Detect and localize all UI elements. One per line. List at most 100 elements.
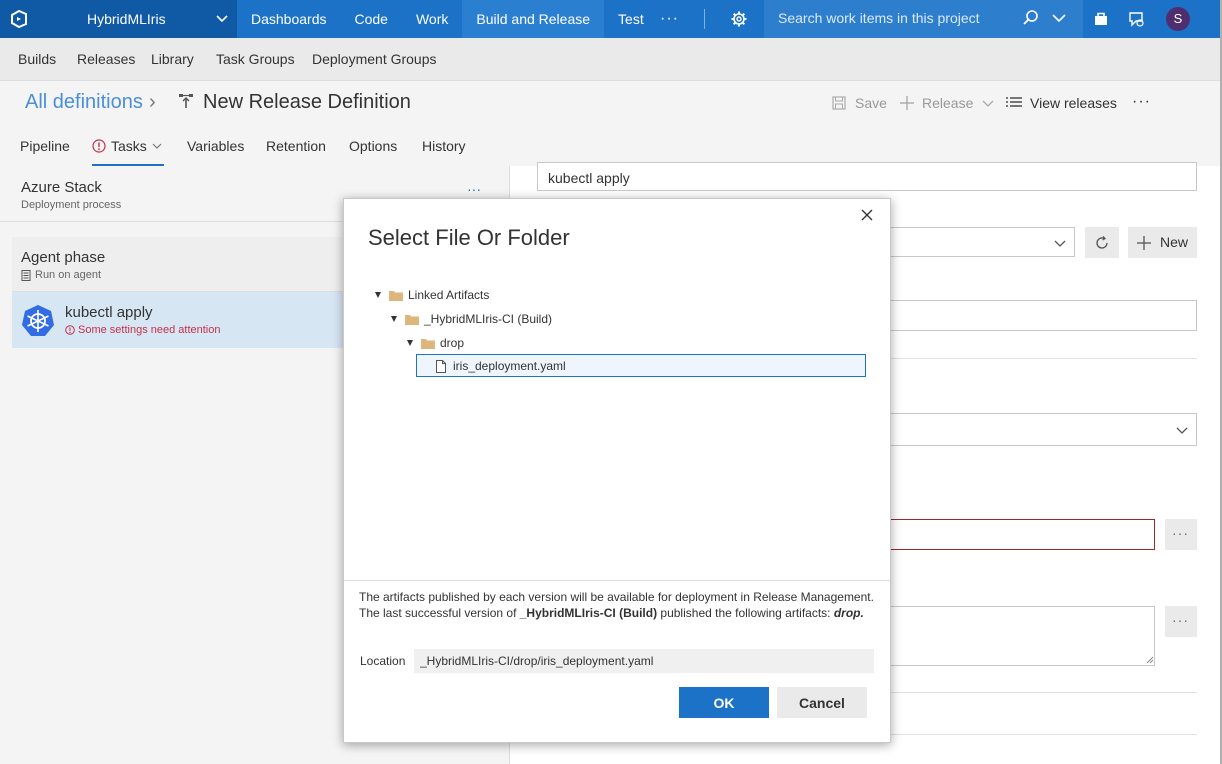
chevron-down-icon: [152, 143, 162, 149]
nav-build-and-release[interactable]: Build and Release: [462, 0, 605, 38]
hub-library[interactable]: Library: [151, 51, 194, 67]
resize-grip-icon[interactable]: [1146, 656, 1154, 664]
dialog-info-line-1: The artifacts published by each version …: [359, 590, 874, 604]
warning-circle-icon: [92, 139, 106, 153]
section-divider: [880, 358, 1197, 359]
connection-select[interactable]: [880, 227, 1075, 257]
search-input[interactable]: [778, 10, 1018, 26]
agent-phase-subtitle-text: Run on agent: [35, 269, 102, 281]
nav-test[interactable]: Test: [604, 0, 658, 38]
tree-node-file: iris_deployment.yaml: [436, 359, 566, 373]
hub-releases[interactable]: Releases: [77, 51, 135, 67]
kubernetes-icon: [22, 305, 54, 336]
tab-tasks[interactable]: Tasks: [92, 138, 163, 154]
hub-deployment-groups[interactable]: Deployment Groups: [312, 51, 437, 67]
tree-node-linked-artifacts[interactable]: Linked Artifacts: [375, 288, 489, 302]
chevron-down-icon: [216, 15, 228, 23]
environment-more-icon[interactable]: ···: [467, 181, 481, 197]
chevron-down-icon: [982, 100, 994, 107]
page-title: New Release Definition: [203, 91, 411, 113]
task-warning: Some settings need attention: [65, 324, 220, 336]
refresh-icon: [1096, 236, 1108, 249]
plus-icon: [1137, 236, 1151, 250]
hub-builds[interactable]: Builds: [18, 51, 56, 67]
location-input[interactable]: [414, 649, 874, 673]
section-divider: [880, 734, 1197, 735]
top-navigation-bar: HybridMLIris Dashboards Code Work Build …: [0, 0, 1222, 38]
tree-node-label: Linked Artifacts: [408, 288, 490, 302]
expand-triangle-icon[interactable]: [407, 340, 413, 346]
agent-phase-subtitle: Run on agent: [21, 269, 101, 281]
display-name-value: kubectl apply: [548, 170, 630, 186]
close-icon[interactable]: [860, 208, 874, 222]
arguments-more-button[interactable]: ···: [1165, 606, 1197, 637]
vsts-logo-icon: [11, 9, 27, 29]
task-title: kubectl apply: [65, 304, 153, 321]
hub-task-groups[interactable]: Task Groups: [216, 51, 295, 67]
configuration-file-input[interactable]: [880, 519, 1155, 550]
info-prefix: The last successful version of: [359, 606, 520, 620]
main-nav: Dashboards Code Work Build and Release T…: [237, 0, 658, 38]
tab-history[interactable]: History: [422, 138, 466, 154]
select-file-dialog: Select File Or Folder Linked Artifacts _…: [343, 198, 891, 743]
agent-phase-title: Agent phase: [21, 249, 106, 266]
namespace-input[interactable]: [880, 300, 1197, 331]
view-releases-button[interactable]: View releases: [1006, 95, 1117, 111]
search-icon[interactable]: [1022, 9, 1040, 27]
folder-icon: [405, 314, 419, 325]
new-connection-button[interactable]: New: [1128, 227, 1197, 258]
search-options-chevron-icon[interactable]: [1052, 11, 1066, 25]
info-artifact-name: drop.: [833, 606, 864, 620]
environment-name[interactable]: Azure Stack: [21, 179, 102, 196]
breadcrumb-separator: ›: [149, 91, 156, 113]
ok-button[interactable]: OK: [679, 687, 769, 718]
dialog-divider: [344, 580, 890, 581]
nav-code[interactable]: Code: [341, 0, 402, 38]
browse-file-more-icon: ···: [1172, 525, 1189, 541]
project-selector[interactable]: HybridMLIris: [38, 0, 237, 38]
dialog-info-line-2: The last successful version of _HybridML…: [359, 606, 864, 620]
project-name: HybridMLIris: [87, 11, 166, 27]
folder-icon: [389, 290, 403, 301]
marketplace-bag-icon[interactable]: [1092, 10, 1110, 28]
tab-pipeline[interactable]: Pipeline: [20, 138, 70, 154]
server-icon: [21, 269, 31, 281]
warning-circle-icon: [65, 325, 75, 335]
browse-file-button[interactable]: ···: [1165, 519, 1197, 550]
tab-options[interactable]: Options: [349, 138, 397, 154]
section-divider: [880, 692, 1197, 693]
user-avatar[interactable]: S: [1166, 7, 1190, 31]
tree-node-selected-file[interactable]: iris_deployment.yaml: [416, 354, 866, 377]
tree-node-artifact[interactable]: _HybridMLIris-CI (Build): [391, 312, 552, 326]
more-actions-icon[interactable]: ···: [1132, 93, 1151, 111]
nav-more-icon[interactable]: ···: [660, 10, 679, 28]
view-releases-label: View releases: [1030, 95, 1117, 111]
breadcrumb-all-definitions[interactable]: All definitions: [25, 91, 143, 114]
expand-triangle-icon[interactable]: [391, 316, 397, 322]
tree-node-drop[interactable]: drop: [407, 336, 464, 350]
list-icon: [1006, 97, 1022, 107]
nav-work[interactable]: Work: [402, 0, 462, 38]
nav-dashboards[interactable]: Dashboards: [237, 0, 341, 38]
release-button[interactable]: Release: [899, 95, 994, 111]
help-feedback-icon[interactable]: [1128, 10, 1146, 28]
refresh-button[interactable]: [1085, 227, 1119, 258]
info-build-name: _HybridMLIris-CI (Build): [519, 606, 658, 620]
command-select[interactable]: [880, 413, 1197, 446]
vsts-logo[interactable]: [0, 0, 38, 38]
dialog-title: Select File Or Folder: [368, 225, 570, 250]
cancel-button[interactable]: Cancel: [777, 687, 867, 718]
expand-triangle-icon[interactable]: [375, 292, 381, 298]
arguments-textarea[interactable]: [880, 606, 1155, 666]
environment-subtitle: Deployment process: [21, 199, 122, 211]
display-name-input[interactable]: [537, 162, 1197, 191]
location-label: Location: [360, 654, 406, 668]
title-row: All definitions › New Release Definition…: [0, 81, 1222, 125]
tree-node-label: iris_deployment.yaml: [453, 359, 566, 373]
nav-divider: [704, 9, 705, 29]
gear-icon[interactable]: [730, 10, 748, 28]
tab-retention[interactable]: Retention: [266, 138, 326, 154]
save-button[interactable]: Save: [832, 95, 887, 111]
tab-tasks-label: Tasks: [111, 138, 147, 154]
tab-variables[interactable]: Variables: [187, 138, 244, 154]
